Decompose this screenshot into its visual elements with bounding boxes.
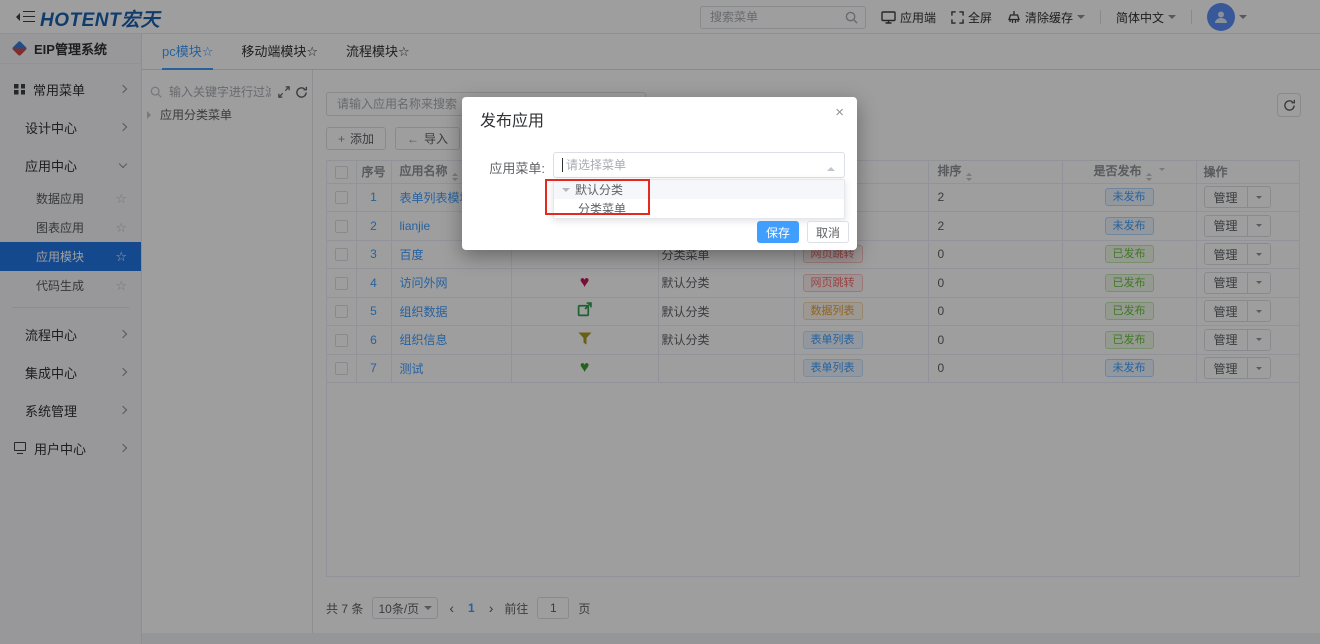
text-cursor: [562, 158, 563, 172]
app-menu-select-input[interactable]: [564, 157, 822, 173]
dropdown-option[interactable]: 默认分类: [554, 180, 844, 199]
menu-dropdown: 默认分类分类菜单: [553, 179, 845, 219]
dropdown-option-label: 默认分类: [575, 181, 623, 198]
app-menu-field-label: 应用菜单:: [462, 158, 545, 177]
close-icon[interactable]: ×: [835, 104, 844, 121]
publish-app-dialog: 发布应用 × 应用菜单: 默认分类分类菜单 保存 取消: [462, 97, 857, 250]
chevron-up-icon: [827, 163, 835, 171]
dropdown-option[interactable]: 分类菜单: [554, 199, 844, 218]
save-button[interactable]: 保存: [757, 221, 799, 243]
dropdown-option-label: 分类菜单: [578, 200, 626, 217]
cancel-button[interactable]: 取消: [807, 221, 849, 243]
dialog-title: 发布应用: [480, 107, 544, 131]
app-menu-select[interactable]: [553, 152, 845, 178]
app-root: HOTENT宏天 应用端 全屏 清除缓存 简体中文: [0, 0, 1320, 644]
caret-down-icon: [562, 188, 570, 196]
